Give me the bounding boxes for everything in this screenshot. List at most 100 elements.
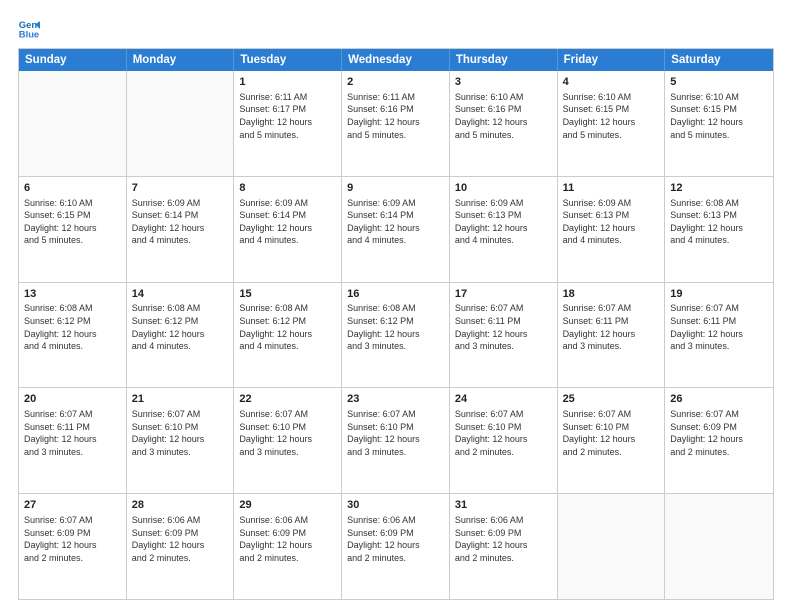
calendar-cell-2-1: 14Sunrise: 6:08 AM Sunset: 6:12 PM Dayli… [127, 283, 235, 388]
day-info: Sunrise: 6:06 AM Sunset: 6:09 PM Dayligh… [455, 514, 552, 564]
calendar-body: 1Sunrise: 6:11 AM Sunset: 6:17 PM Daylig… [19, 71, 773, 599]
calendar-row-4: 27Sunrise: 6:07 AM Sunset: 6:09 PM Dayli… [19, 493, 773, 599]
header-day-sunday: Sunday [19, 49, 127, 71]
day-number: 15 [239, 287, 336, 302]
day-number: 9 [347, 181, 444, 196]
day-info: Sunrise: 6:07 AM Sunset: 6:10 PM Dayligh… [239, 408, 336, 458]
header-day-saturday: Saturday [665, 49, 773, 71]
day-number: 25 [563, 392, 660, 407]
day-info: Sunrise: 6:09 AM Sunset: 6:14 PM Dayligh… [132, 197, 229, 247]
day-info: Sunrise: 6:10 AM Sunset: 6:15 PM Dayligh… [670, 91, 768, 141]
calendar-row-2: 13Sunrise: 6:08 AM Sunset: 6:12 PM Dayli… [19, 282, 773, 388]
calendar-cell-4-1: 28Sunrise: 6:06 AM Sunset: 6:09 PM Dayli… [127, 494, 235, 599]
day-number: 21 [132, 392, 229, 407]
calendar-header: SundayMondayTuesdayWednesdayThursdayFrid… [19, 49, 773, 71]
day-info: Sunrise: 6:07 AM Sunset: 6:11 PM Dayligh… [670, 302, 768, 352]
day-info: Sunrise: 6:07 AM Sunset: 6:11 PM Dayligh… [563, 302, 660, 352]
header-day-tuesday: Tuesday [234, 49, 342, 71]
day-info: Sunrise: 6:07 AM Sunset: 6:09 PM Dayligh… [24, 514, 121, 564]
calendar-cell-0-5: 4Sunrise: 6:10 AM Sunset: 6:15 PM Daylig… [558, 71, 666, 176]
day-number: 31 [455, 498, 552, 513]
day-number: 20 [24, 392, 121, 407]
day-number: 7 [132, 181, 229, 196]
logo-icon: General Blue [18, 18, 40, 40]
day-info: Sunrise: 6:11 AM Sunset: 6:17 PM Dayligh… [239, 91, 336, 141]
day-number: 12 [670, 181, 768, 196]
day-info: Sunrise: 6:07 AM Sunset: 6:10 PM Dayligh… [347, 408, 444, 458]
header: General Blue [18, 18, 774, 40]
day-number: 14 [132, 287, 229, 302]
calendar-cell-1-3: 9Sunrise: 6:09 AM Sunset: 6:14 PM Daylig… [342, 177, 450, 282]
day-info: Sunrise: 6:06 AM Sunset: 6:09 PM Dayligh… [239, 514, 336, 564]
calendar-cell-0-3: 2Sunrise: 6:11 AM Sunset: 6:16 PM Daylig… [342, 71, 450, 176]
day-number: 18 [563, 287, 660, 302]
day-info: Sunrise: 6:08 AM Sunset: 6:13 PM Dayligh… [670, 197, 768, 247]
day-number: 23 [347, 392, 444, 407]
day-info: Sunrise: 6:11 AM Sunset: 6:16 PM Dayligh… [347, 91, 444, 141]
day-number: 3 [455, 75, 552, 90]
day-number: 24 [455, 392, 552, 407]
day-number: 22 [239, 392, 336, 407]
day-info: Sunrise: 6:09 AM Sunset: 6:13 PM Dayligh… [455, 197, 552, 247]
calendar-cell-4-6 [665, 494, 773, 599]
day-info: Sunrise: 6:09 AM Sunset: 6:14 PM Dayligh… [347, 197, 444, 247]
calendar-cell-2-6: 19Sunrise: 6:07 AM Sunset: 6:11 PM Dayli… [665, 283, 773, 388]
calendar-cell-4-5 [558, 494, 666, 599]
calendar-cell-2-4: 17Sunrise: 6:07 AM Sunset: 6:11 PM Dayli… [450, 283, 558, 388]
calendar-row-0: 1Sunrise: 6:11 AM Sunset: 6:17 PM Daylig… [19, 71, 773, 176]
calendar-cell-1-1: 7Sunrise: 6:09 AM Sunset: 6:14 PM Daylig… [127, 177, 235, 282]
day-number: 26 [670, 392, 768, 407]
day-number: 8 [239, 181, 336, 196]
day-info: Sunrise: 6:08 AM Sunset: 6:12 PM Dayligh… [24, 302, 121, 352]
header-day-thursday: Thursday [450, 49, 558, 71]
day-number: 28 [132, 498, 229, 513]
day-number: 5 [670, 75, 768, 90]
day-number: 30 [347, 498, 444, 513]
calendar-cell-1-4: 10Sunrise: 6:09 AM Sunset: 6:13 PM Dayli… [450, 177, 558, 282]
day-info: Sunrise: 6:07 AM Sunset: 6:10 PM Dayligh… [455, 408, 552, 458]
day-info: Sunrise: 6:07 AM Sunset: 6:11 PM Dayligh… [455, 302, 552, 352]
day-number: 6 [24, 181, 121, 196]
day-number: 19 [670, 287, 768, 302]
day-number: 17 [455, 287, 552, 302]
day-info: Sunrise: 6:07 AM Sunset: 6:10 PM Dayligh… [563, 408, 660, 458]
day-number: 29 [239, 498, 336, 513]
calendar-cell-3-4: 24Sunrise: 6:07 AM Sunset: 6:10 PM Dayli… [450, 388, 558, 493]
day-info: Sunrise: 6:09 AM Sunset: 6:13 PM Dayligh… [563, 197, 660, 247]
calendar-cell-3-6: 26Sunrise: 6:07 AM Sunset: 6:09 PM Dayli… [665, 388, 773, 493]
day-info: Sunrise: 6:09 AM Sunset: 6:14 PM Dayligh… [239, 197, 336, 247]
day-number: 11 [563, 181, 660, 196]
header-day-friday: Friday [558, 49, 666, 71]
calendar-cell-4-2: 29Sunrise: 6:06 AM Sunset: 6:09 PM Dayli… [234, 494, 342, 599]
calendar-cell-3-5: 25Sunrise: 6:07 AM Sunset: 6:10 PM Dayli… [558, 388, 666, 493]
day-info: Sunrise: 6:10 AM Sunset: 6:16 PM Dayligh… [455, 91, 552, 141]
day-info: Sunrise: 6:08 AM Sunset: 6:12 PM Dayligh… [239, 302, 336, 352]
day-number: 16 [347, 287, 444, 302]
calendar-cell-1-2: 8Sunrise: 6:09 AM Sunset: 6:14 PM Daylig… [234, 177, 342, 282]
day-info: Sunrise: 6:10 AM Sunset: 6:15 PM Dayligh… [563, 91, 660, 141]
calendar-cell-1-5: 11Sunrise: 6:09 AM Sunset: 6:13 PM Dayli… [558, 177, 666, 282]
svg-text:Blue: Blue [19, 29, 39, 40]
calendar-cell-0-0 [19, 71, 127, 176]
calendar-cell-0-6: 5Sunrise: 6:10 AM Sunset: 6:15 PM Daylig… [665, 71, 773, 176]
calendar-cell-0-2: 1Sunrise: 6:11 AM Sunset: 6:17 PM Daylig… [234, 71, 342, 176]
calendar-cell-2-2: 15Sunrise: 6:08 AM Sunset: 6:12 PM Dayli… [234, 283, 342, 388]
day-number: 2 [347, 75, 444, 90]
calendar-cell-4-3: 30Sunrise: 6:06 AM Sunset: 6:09 PM Dayli… [342, 494, 450, 599]
day-number: 10 [455, 181, 552, 196]
day-number: 4 [563, 75, 660, 90]
calendar-cell-1-0: 6Sunrise: 6:10 AM Sunset: 6:15 PM Daylig… [19, 177, 127, 282]
day-info: Sunrise: 6:07 AM Sunset: 6:11 PM Dayligh… [24, 408, 121, 458]
calendar-cell-4-0: 27Sunrise: 6:07 AM Sunset: 6:09 PM Dayli… [19, 494, 127, 599]
logo: General Blue [18, 18, 42, 40]
calendar-cell-2-0: 13Sunrise: 6:08 AM Sunset: 6:12 PM Dayli… [19, 283, 127, 388]
calendar-row-1: 6Sunrise: 6:10 AM Sunset: 6:15 PM Daylig… [19, 176, 773, 282]
day-number: 1 [239, 75, 336, 90]
header-day-monday: Monday [127, 49, 235, 71]
calendar-cell-3-2: 22Sunrise: 6:07 AM Sunset: 6:10 PM Dayli… [234, 388, 342, 493]
day-number: 27 [24, 498, 121, 513]
calendar-cell-2-3: 16Sunrise: 6:08 AM Sunset: 6:12 PM Dayli… [342, 283, 450, 388]
calendar-cell-3-1: 21Sunrise: 6:07 AM Sunset: 6:10 PM Dayli… [127, 388, 235, 493]
day-info: Sunrise: 6:08 AM Sunset: 6:12 PM Dayligh… [347, 302, 444, 352]
calendar-row-3: 20Sunrise: 6:07 AM Sunset: 6:11 PM Dayli… [19, 387, 773, 493]
